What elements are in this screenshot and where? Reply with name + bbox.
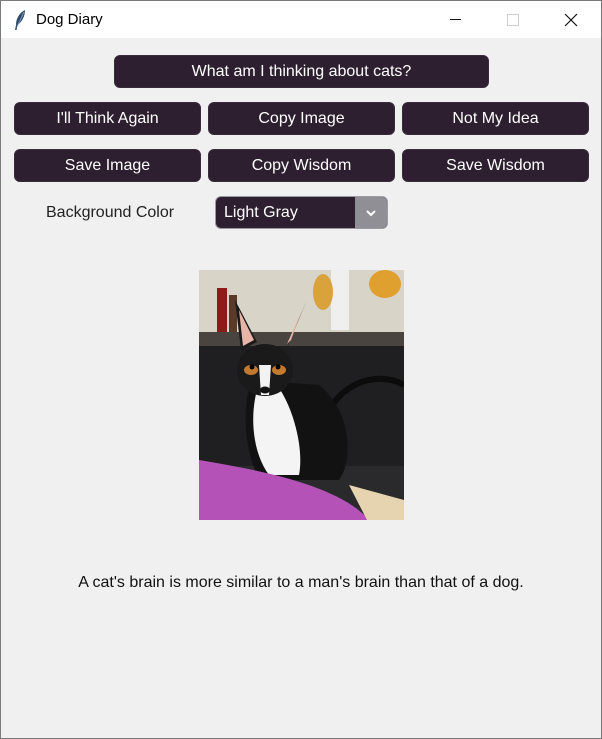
maximize-icon [507, 13, 519, 26]
background-color-label: Background Color [46, 204, 175, 221]
dropdown-arrow[interactable] [355, 197, 387, 228]
minimize-button[interactable] [426, 1, 484, 38]
background-color-value: Light Gray [224, 204, 298, 221]
save-wisdom-button[interactable]: Save Wisdom [402, 149, 589, 182]
feather-icon [15, 10, 25, 30]
not-my-idea-button[interactable]: Not My Idea [402, 102, 589, 135]
wisdom-text: A cat's brain is more similar to a man's… [78, 574, 524, 591]
think-again-button[interactable]: I'll Think Again [14, 102, 201, 135]
app-window: Dog Diary What am I thinking about cats?… [0, 0, 602, 739]
chevron-down-icon [366, 209, 376, 216]
close-icon [564, 13, 578, 26]
copy-image-button[interactable]: Copy Image [208, 102, 395, 135]
title-bar[interactable]: Dog Diary [1, 1, 601, 38]
dog-photo [199, 270, 404, 520]
close-button[interactable] [542, 1, 600, 38]
ask-cats-button[interactable]: What am I thinking about cats? [114, 55, 489, 88]
maximize-button[interactable] [484, 1, 542, 38]
minimize-icon [449, 19, 461, 20]
window-title: Dog Diary [36, 11, 103, 28]
save-image-button[interactable]: Save Image [14, 149, 201, 182]
copy-wisdom-button[interactable]: Copy Wisdom [208, 149, 395, 182]
background-color-select[interactable]: Light Gray [215, 196, 388, 229]
